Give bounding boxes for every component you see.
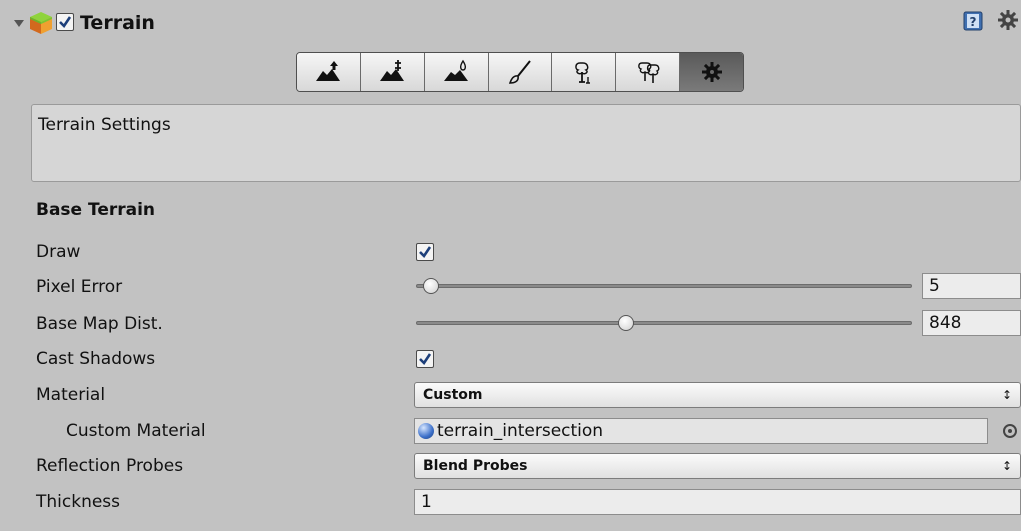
custom-material-label: Custom Material: [66, 421, 206, 441]
object-picker-icon[interactable]: [1003, 424, 1017, 438]
pixel-error-field[interactable]: 5: [922, 273, 1021, 299]
reflection-probes-dropdown-value: Blend Probes: [423, 458, 528, 474]
custom-material-value: terrain_intersection: [437, 421, 604, 441]
draw-label: Draw: [36, 242, 81, 262]
pixel-error-slider-knob[interactable]: [423, 278, 439, 294]
checkmark-icon: [419, 353, 432, 366]
reflection-probes-dropdown[interactable]: Blend Probes ↕: [414, 453, 1021, 479]
custom-material-field[interactable]: terrain_intersection: [414, 418, 988, 444]
terrain-settings-icon: [701, 62, 722, 82]
base-map-dist-field[interactable]: 848: [922, 310, 1021, 336]
smooth-height-icon: [444, 59, 469, 81]
gear-icon[interactable]: [996, 8, 1020, 32]
base-map-dist-slider-knob[interactable]: [618, 315, 634, 331]
material-dropdown-value: Custom: [423, 387, 483, 403]
pixel-error-slider-track[interactable]: [416, 284, 912, 288]
draw-checkbox[interactable]: [416, 243, 434, 261]
base-map-dist-label: Base Map Dist.: [36, 314, 163, 334]
foldout-arrow-icon[interactable]: [14, 20, 24, 27]
thickness-field[interactable]: 1: [414, 489, 1021, 515]
paint-details-icon: [637, 62, 660, 83]
tool-terrain-settings-button[interactable]: [680, 53, 743, 91]
tool-place-trees-button[interactable]: [552, 53, 617, 91]
checkmark-icon: [419, 246, 432, 259]
paint-texture-icon: [508, 60, 531, 84]
component-title: Terrain: [80, 12, 155, 34]
raise-lower-terrain-icon: [316, 61, 341, 81]
tool-paint-details-button[interactable]: [616, 53, 681, 91]
base-map-dist-slider-track[interactable]: [416, 321, 912, 325]
material-label: Material: [36, 385, 106, 405]
help-box: [31, 104, 1021, 182]
pixel-error-label: Pixel Error: [36, 277, 123, 297]
svg-text:?: ?: [970, 15, 977, 29]
terrain-tools-toolbar: [296, 52, 744, 92]
section-title: Base Terrain: [36, 200, 156, 220]
tool-smooth-height-button[interactable]: [424, 53, 489, 91]
cast-shadows-label: Cast Shadows: [36, 349, 156, 369]
tool-paint-texture-button[interactable]: [488, 53, 553, 91]
place-trees-icon: [575, 62, 590, 84]
help-book-icon[interactable]: ?: [962, 10, 984, 32]
material-dropdown[interactable]: Custom ↕: [414, 382, 1021, 408]
material-sphere-icon: [418, 423, 434, 439]
tool-paint-height-button[interactable]: [360, 53, 425, 91]
tool-raise-lower-button[interactable]: [297, 53, 361, 91]
paint-height-icon: [380, 60, 405, 81]
thickness-label: Thickness: [36, 492, 121, 512]
terrain-cube-icon: [30, 12, 52, 34]
reflection-probes-label: Reflection Probes: [36, 456, 184, 476]
dropdown-arrows-icon: ↕: [1001, 388, 1012, 402]
dropdown-arrows-icon: ↕: [1001, 459, 1012, 473]
checkmark-icon: [59, 16, 72, 29]
help-box-text: Terrain Settings: [38, 115, 171, 135]
cast-shadows-checkbox[interactable]: [416, 350, 434, 368]
component-enabled-checkbox[interactable]: [56, 13, 74, 31]
